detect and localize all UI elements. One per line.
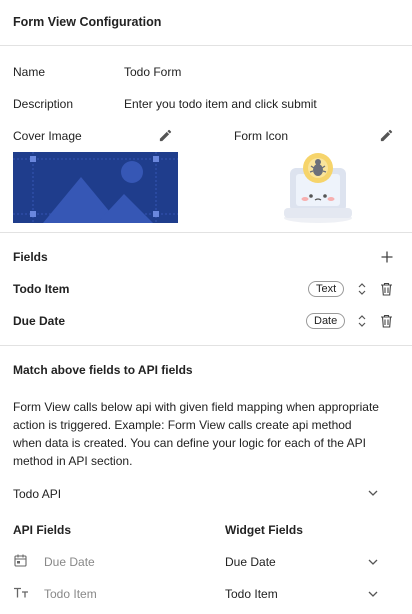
widget-field-value: Due Date [225, 555, 276, 569]
api-field-name: Due Date [44, 555, 95, 569]
api-fields-header: API Fields [13, 523, 72, 537]
cover-image[interactable] [13, 152, 178, 223]
page-title: Form View Configuration [13, 15, 162, 29]
edit-cover-image-icon[interactable] [158, 128, 173, 143]
field-label: Todo Item [13, 282, 70, 296]
field-row: Todo Item Text [0, 278, 412, 300]
chevron-down-icon [368, 490, 378, 496]
delete-field-icon[interactable] [380, 282, 393, 296]
divider [0, 232, 412, 233]
reorder-icon[interactable] [357, 281, 367, 297]
mapping-description-line: when data is created. You can define you… [13, 436, 366, 450]
api-select[interactable]: Todo API [0, 482, 412, 504]
mapping-row: Todo Item Todo Item [0, 583, 412, 605]
delete-field-icon[interactable] [380, 314, 393, 328]
widget-field-select[interactable]: Todo Item [225, 583, 412, 605]
form-icon-image[interactable] [280, 150, 356, 226]
mapping-description-line: method in API section. [13, 454, 133, 468]
chevron-down-icon [368, 591, 378, 597]
api-field-name: Todo Item [44, 587, 97, 601]
widget-field-select[interactable]: Due Date [225, 551, 412, 573]
cover-image-label: Cover Image [13, 129, 82, 143]
calendar-icon [14, 554, 27, 567]
widget-field-value: Todo Item [225, 587, 278, 601]
mapping-description-line: action is triggered. Example: Form View … [13, 418, 352, 432]
text-type-icon [14, 587, 28, 598]
name-value[interactable]: Todo Form [124, 65, 181, 79]
mapping-row: Due Date Due Date [0, 551, 412, 573]
divider [0, 345, 412, 346]
description-label: Description [13, 97, 74, 111]
field-label: Due Date [13, 314, 66, 328]
mapping-description-line: Form View calls below api with given fie… [13, 400, 379, 414]
widget-fields-header: Widget Fields [225, 523, 303, 537]
field-type-badge[interactable]: Text [308, 281, 345, 297]
form-icon-label: Form Icon [234, 129, 289, 143]
edit-form-icon-icon[interactable] [379, 128, 394, 143]
mapping-title: Match above fields to API fields [13, 363, 193, 377]
name-label: Name [13, 65, 46, 79]
chevron-down-icon [368, 559, 378, 565]
field-type-badge[interactable]: Date [306, 313, 346, 329]
reorder-icon[interactable] [357, 313, 367, 329]
mapping-description: Form View calls below api with given fie… [13, 398, 405, 470]
add-field-icon[interactable] [380, 250, 394, 264]
api-select-value: Todo API [13, 487, 62, 501]
field-row: Due Date Date [0, 310, 412, 332]
divider [0, 45, 412, 46]
description-value[interactable]: Enter you todo item and click submit [124, 97, 317, 111]
fields-title: Fields [13, 250, 48, 264]
